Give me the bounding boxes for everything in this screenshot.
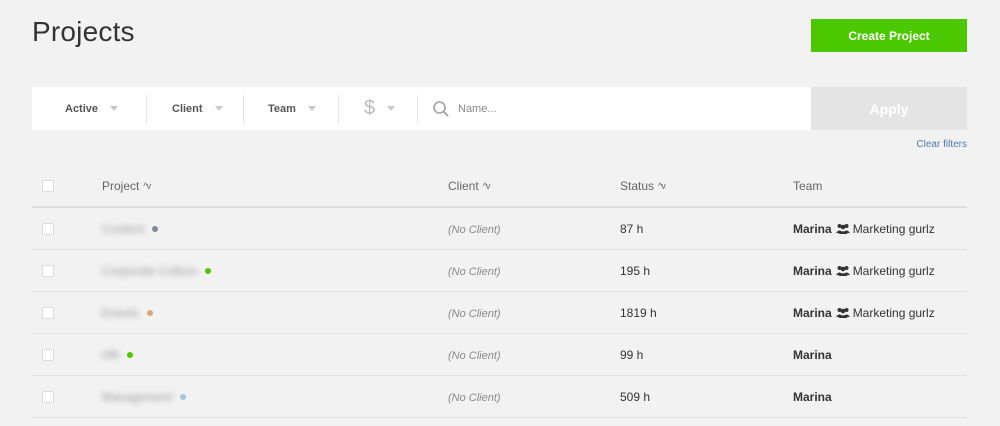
clear-filters-link[interactable]: Clear filters — [916, 139, 967, 150]
select-all-checkbox[interactable] — [42, 180, 54, 192]
team-value: Marina — [793, 348, 967, 362]
team-owner: Marina — [793, 263, 832, 278]
filter-bar: Active Client Team $ Apply — [32, 87, 967, 130]
team-group-icon — [835, 266, 850, 276]
sort-icon: ^v — [143, 181, 151, 191]
team-header-label: Team — [793, 179, 823, 193]
table-row[interactable]: HR (No Client) 99 h Marina — [32, 334, 967, 376]
client-value: (No Client) — [448, 307, 501, 320]
team-group-icon — [835, 224, 850, 234]
project-color-dot — [146, 309, 153, 316]
client-filter[interactable]: Client — [147, 94, 244, 123]
status-value: 1819 h — [620, 305, 657, 320]
project-header-label: Project — [102, 179, 140, 193]
project-cell: Content — [102, 222, 448, 236]
team-group-icon — [835, 308, 850, 318]
project-cell: Corporate Culture — [102, 264, 448, 278]
status-value: 195 h — [620, 263, 651, 278]
team-group-name: Marketing gurlz — [852, 305, 935, 320]
search-input[interactable] — [458, 102, 758, 115]
table-row[interactable]: Content (No Client) 87 h Marina Marketing gu… — [32, 208, 967, 250]
chevron-down-icon — [110, 106, 119, 111]
table-row[interactable]: Management (No Client) 509 h Marina — [32, 376, 967, 418]
client-filter-label: Client — [172, 102, 203, 115]
team-value: Marina Marketing gurlz — [793, 306, 967, 320]
project-name[interactable]: Content — [102, 222, 144, 236]
team-filter-label: Team — [268, 102, 296, 115]
project-name[interactable]: Corporate Culture — [102, 264, 197, 278]
status-value: 99 h — [620, 347, 644, 362]
project-color-dot — [152, 225, 159, 232]
project-color-dot — [127, 351, 134, 358]
project-cell: Management — [102, 390, 448, 404]
project-cell: Events — [102, 306, 448, 320]
row-checkbox[interactable] — [42, 264, 54, 277]
client-value: (No Client) — [448, 265, 501, 278]
apply-button[interactable]: Apply — [811, 87, 967, 130]
billable-filter[interactable]: $ — [339, 94, 418, 123]
table-row[interactable]: Corporate Culture (No Client) 195 h Marina M… — [32, 250, 967, 292]
client-value: (No Client) — [448, 349, 501, 362]
team-value: Marina Marketing gurlz — [793, 222, 967, 236]
project-color-dot — [180, 393, 187, 400]
search-box — [418, 95, 811, 123]
page-title: Projects — [32, 16, 135, 47]
row-checkbox[interactable] — [42, 222, 54, 235]
status-column-header[interactable]: Status ^v — [620, 179, 793, 193]
team-group-name: Marketing gurlz — [852, 221, 935, 236]
team-group-name: Marketing gurlz — [852, 263, 935, 278]
team-column-header: Team — [793, 179, 967, 193]
client-value: (No Client) — [448, 391, 501, 404]
status-filter[interactable]: Active — [32, 94, 147, 123]
sort-icon: ^v — [658, 181, 666, 191]
status-header-label: Status — [620, 179, 655, 193]
table-header: Project ^v Client ^v Status ^v Team — [32, 166, 967, 208]
sort-icon: ^v — [482, 181, 491, 191]
project-name[interactable]: Events — [102, 306, 139, 320]
create-project-button[interactable]: Create Project — [811, 19, 967, 52]
row-checkbox[interactable] — [42, 306, 54, 319]
search-icon — [433, 100, 449, 117]
projects-table: Project ^v Client ^v Status ^v Team Cont… — [32, 166, 967, 418]
chevron-down-icon — [307, 106, 316, 111]
team-filter[interactable]: Team — [244, 94, 339, 123]
project-color-dot — [205, 267, 212, 274]
chevron-down-icon — [214, 106, 223, 111]
row-checkbox[interactable] — [42, 348, 54, 361]
row-checkbox[interactable] — [42, 390, 54, 403]
chevron-down-icon — [387, 106, 396, 111]
client-value: (No Client) — [448, 223, 501, 236]
status-value: 87 h — [620, 221, 644, 236]
project-column-header[interactable]: Project ^v — [102, 179, 448, 193]
team-owner: Marina — [793, 221, 832, 236]
table-row[interactable]: Events (No Client) 1819 h Marina Marketing g… — [32, 292, 967, 334]
team-value: Marina Marketing gurlz — [793, 264, 967, 278]
project-name[interactable]: HR — [102, 348, 119, 362]
team-owner: Marina — [793, 305, 832, 320]
team-value: Marina — [793, 390, 967, 404]
status-filter-label: Active — [65, 102, 99, 115]
dollar-icon: $ — [364, 97, 376, 119]
project-cell: HR — [102, 348, 448, 362]
team-owner: Marina — [793, 389, 832, 404]
client-header-label: Client — [448, 179, 479, 193]
client-column-header[interactable]: Client ^v — [448, 179, 620, 193]
status-value: 509 h — [620, 389, 651, 404]
project-name[interactable]: Management — [102, 390, 172, 404]
team-owner: Marina — [793, 347, 832, 362]
